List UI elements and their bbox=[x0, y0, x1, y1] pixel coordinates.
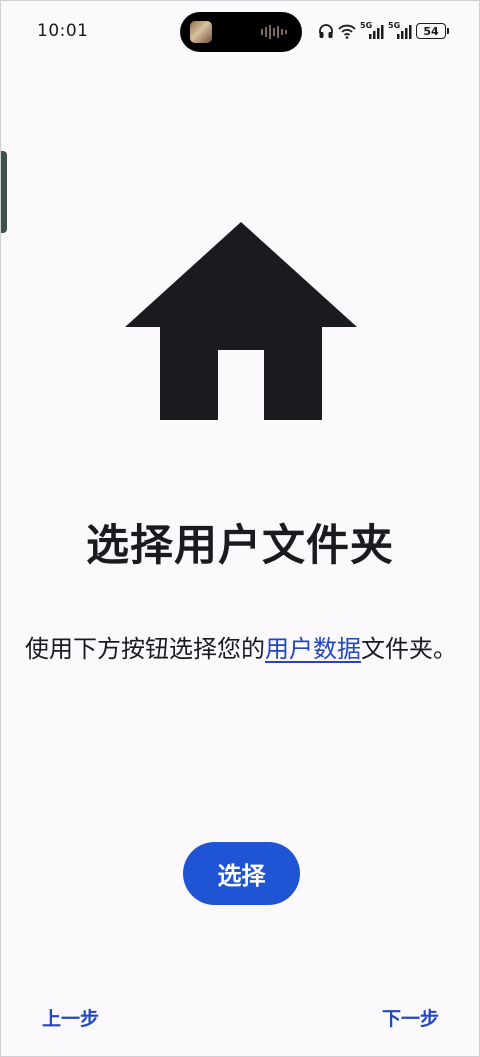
page-title: 选择用户文件夹 bbox=[86, 521, 394, 571]
back-button[interactable]: 上一步 bbox=[42, 1004, 99, 1031]
dynamic-island[interactable] bbox=[180, 12, 302, 52]
status-time: 10:01 bbox=[37, 21, 89, 41]
status-bar: 10:01 5G 5G 54 bbox=[1, 1, 479, 61]
description-text: 使用下方按钮选择您的用户数据文件夹。 bbox=[23, 627, 459, 671]
user-data-link[interactable]: 用户数据 bbox=[265, 635, 361, 663]
status-icons: 5G 5G 54 bbox=[318, 20, 449, 42]
description-before: 使用下方按钮选择您的 bbox=[25, 635, 265, 663]
battery-icon: 54 bbox=[416, 23, 446, 39]
select-folder-button[interactable]: 选择 bbox=[183, 842, 300, 905]
next-button[interactable]: 下一步 bbox=[382, 1004, 439, 1031]
home-icon bbox=[125, 222, 357, 420]
headphones-icon bbox=[319, 24, 333, 38]
media-thumbnail bbox=[190, 21, 212, 43]
network-type-label: 5G bbox=[388, 21, 401, 30]
wifi-icon bbox=[338, 24, 356, 39]
setup-screen: 10:01 5G 5G 54 选择用户文件夹 使用下方按钮选择您的用户数据文件夹… bbox=[0, 0, 480, 1057]
audio-wave-icon bbox=[261, 25, 287, 39]
battery-cap bbox=[447, 28, 449, 34]
network-type-label: 5G bbox=[360, 21, 373, 30]
description-after: 文件夹。 bbox=[361, 635, 457, 663]
edge-panel-handle[interactable] bbox=[1, 151, 7, 233]
cellular-signal-2: 5G bbox=[388, 21, 412, 40]
battery-level: 54 bbox=[423, 24, 439, 38]
cellular-signal-1: 5G bbox=[360, 21, 384, 40]
